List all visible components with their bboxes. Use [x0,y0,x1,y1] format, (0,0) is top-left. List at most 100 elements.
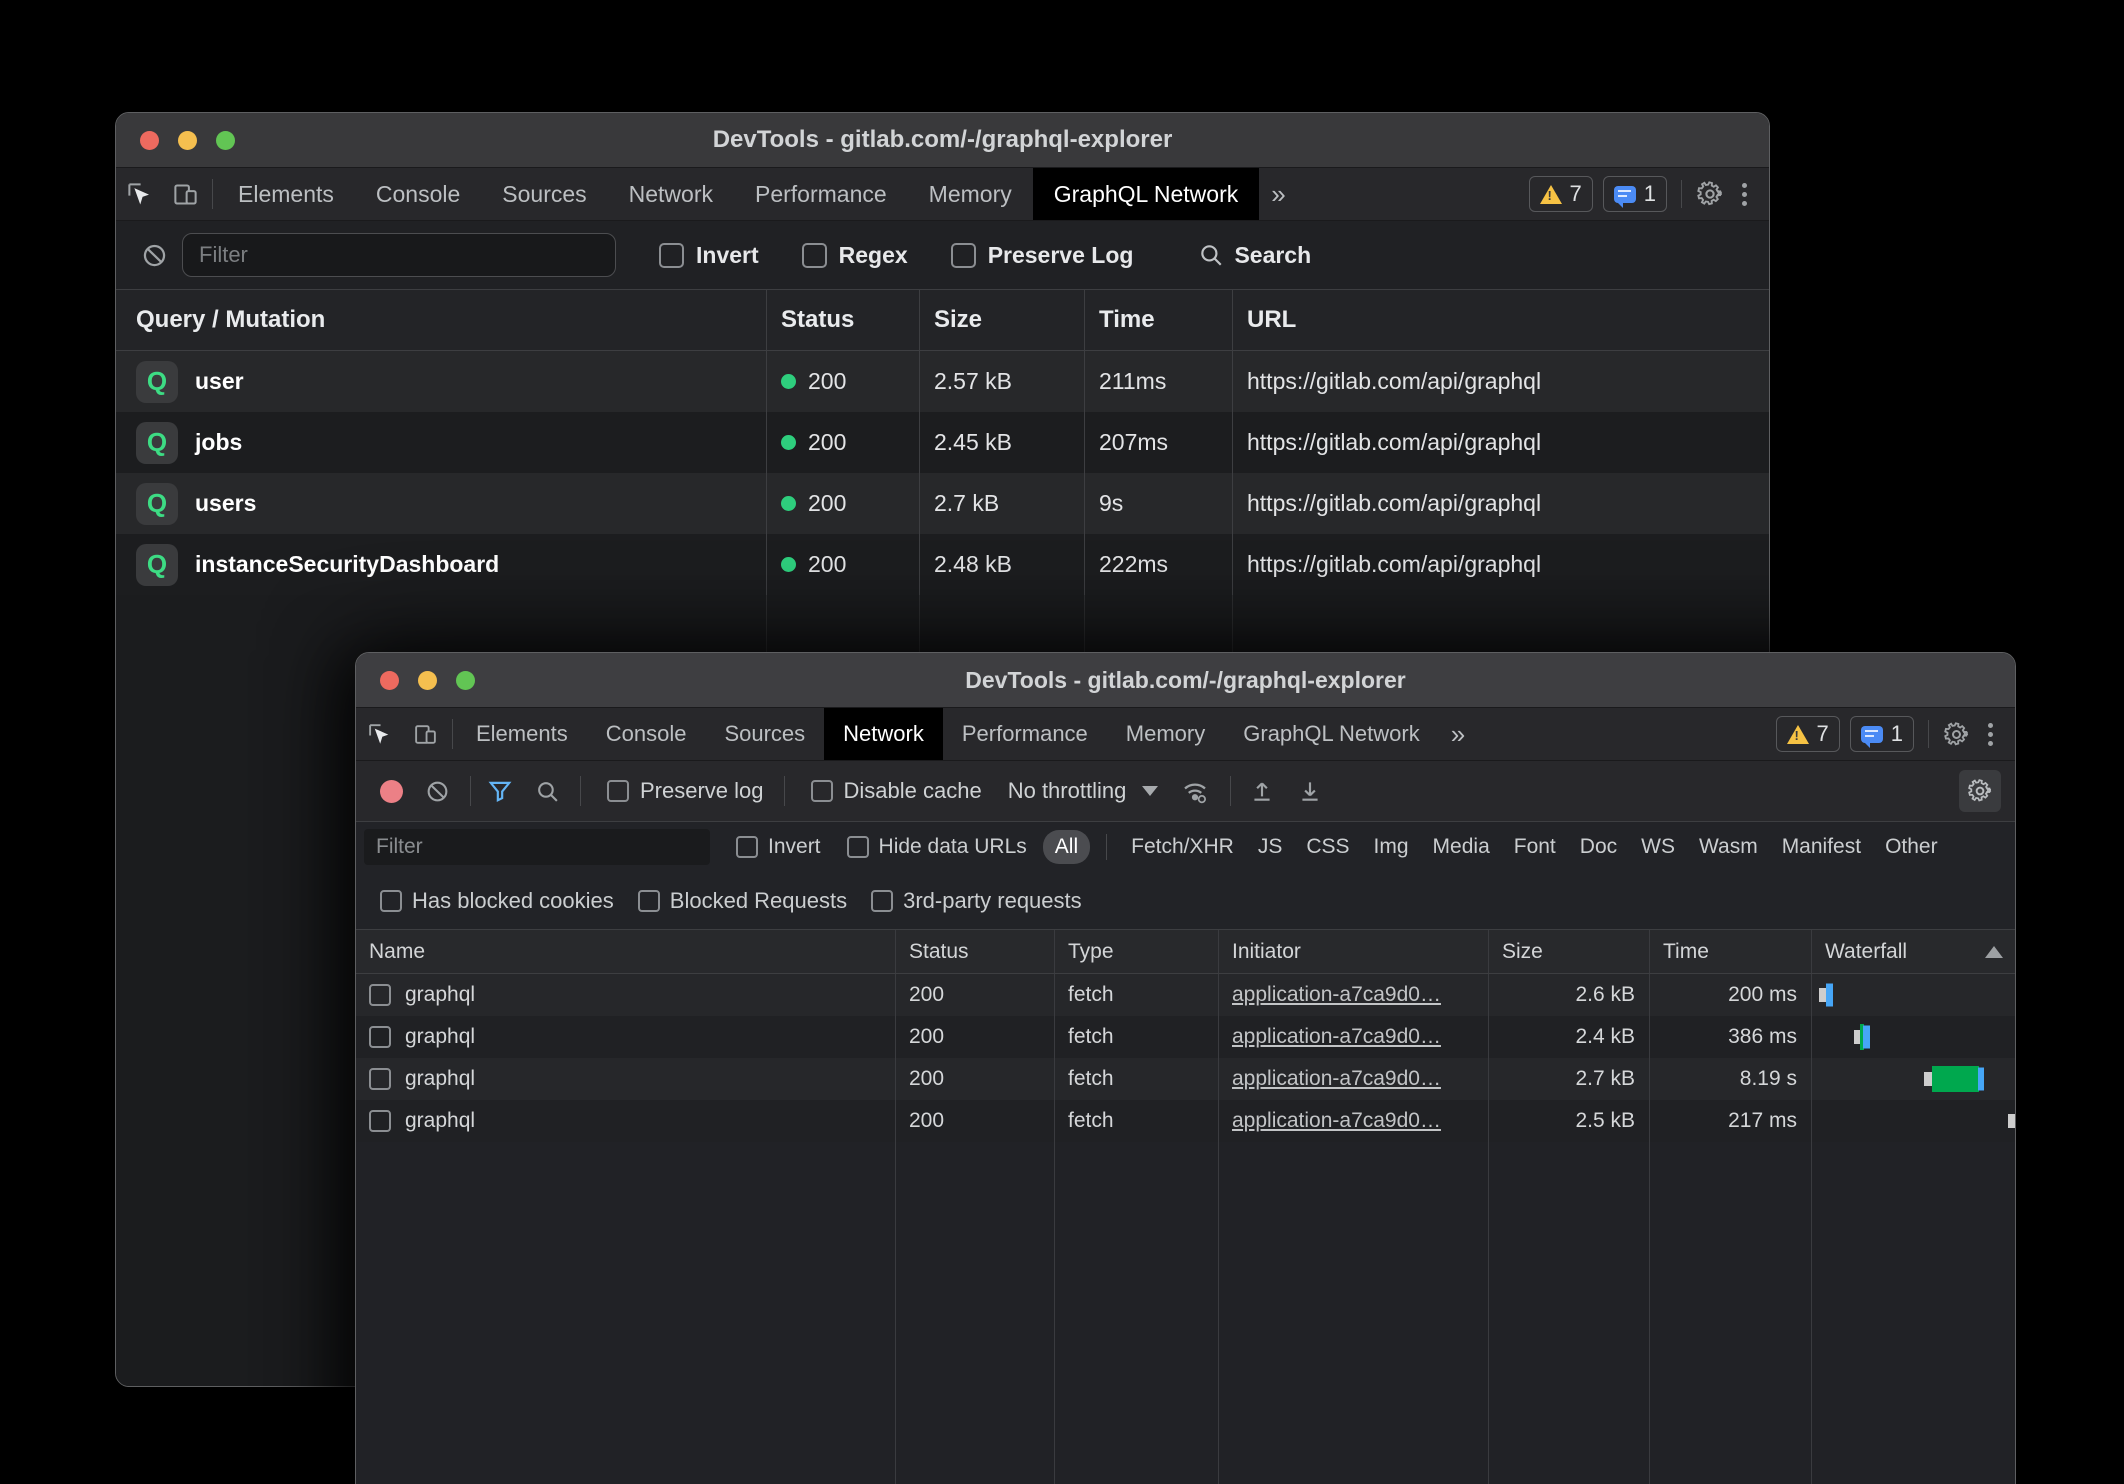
tab-elements[interactable]: Elements [457,708,587,760]
blocked-requests-checkbox[interactable] [638,890,660,912]
type-filter-js[interactable]: JS [1258,835,1283,859]
filter-funnel-icon[interactable] [487,778,513,804]
invert-checkbox[interactable] [659,243,684,268]
table-row[interactable]: Q users 200 2.7 kB 9s https://gitlab.com… [116,473,1769,534]
type-filter-manifest[interactable]: Manifest [1782,835,1861,859]
network-filter-input[interactable] [364,829,710,865]
zoom-button[interactable] [216,131,235,150]
record-network-log-button[interactable] [380,780,403,803]
search-icon[interactable] [535,779,560,804]
type-filter-ws[interactable]: WS [1641,835,1675,859]
clear-block-icon[interactable] [425,779,450,804]
more-options-kebab-icon[interactable] [1734,183,1755,206]
table-row[interactable]: Q user 200 2.57 kB 211ms https://gitlab.… [116,351,1769,412]
initiator-link[interactable]: application-a7ca9d0… [1232,983,1441,1007]
tab-elements[interactable]: Elements [217,168,355,220]
search-group[interactable]: Search [1198,242,1311,269]
device-toolbar-icon[interactable] [402,708,448,760]
network-settings-gear-icon[interactable] [1959,770,2001,812]
tab-sources[interactable]: Sources [705,708,824,760]
warning-count: 7 [1817,721,1829,747]
column-header-status[interactable]: Status [767,290,920,350]
tab-console[interactable]: Console [587,708,706,760]
initiator-cell: application-a7ca9d0… [1219,1100,1489,1142]
table-row[interactable]: Q instanceSecurityDashboard 200 2.48 kB … [116,534,1769,595]
type-filter-img[interactable]: Img [1374,835,1409,859]
type-filter-wasm[interactable]: Wasm [1699,835,1758,859]
request-row[interactable]: graphql 200 fetch application-a7ca9d0… 2… [356,1058,2015,1100]
inspect-cursor-icon[interactable] [356,708,402,760]
more-options-kebab-icon[interactable] [1980,723,2001,746]
minimize-button[interactable] [178,131,197,150]
row-checkbox[interactable] [369,1026,391,1048]
table-row[interactable]: Q jobs 200 2.45 kB 207ms https://gitlab.… [116,412,1769,473]
column-header-size[interactable]: Size [1489,930,1650,973]
request-row[interactable]: graphql 200 fetch application-a7ca9d0… 2… [356,1100,2015,1142]
more-tabs-button[interactable]: » [1439,708,1477,760]
minimize-button[interactable] [418,671,437,690]
type-filter-doc[interactable]: Doc [1580,835,1617,859]
type-filter-all[interactable]: All [1043,830,1090,864]
type-filter-other[interactable]: Other [1885,835,1938,859]
issues-badge[interactable]: 1 [1603,176,1667,212]
type-filter-fetch-xhr[interactable]: Fetch/XHR [1131,835,1234,859]
initiator-link[interactable]: application-a7ca9d0… [1232,1025,1441,1049]
row-checkbox[interactable] [369,1110,391,1132]
request-row[interactable]: graphql 200 fetch application-a7ca9d0… 2… [356,974,2015,1016]
row-checkbox[interactable] [369,1068,391,1090]
settings-gear-icon[interactable] [1943,721,1970,748]
column-header-time[interactable]: Time [1085,290,1233,350]
tab-network[interactable]: Network [824,708,943,760]
tab-graphql-network[interactable]: GraphQL Network [1033,168,1260,220]
throttling-dropdown[interactable]: No throttling [1008,778,1159,804]
hide-data-urls-checkbox[interactable] [847,836,869,858]
close-button[interactable] [380,671,399,690]
column-header-size[interactable]: Size [920,290,1085,350]
has-blocked-cookies-checkbox[interactable] [380,890,402,912]
disable-cache-checkbox[interactable] [811,780,833,802]
device-toolbar-icon[interactable] [162,168,208,220]
preserve-log-checkbox[interactable] [951,243,976,268]
inspect-cursor-icon[interactable] [116,168,162,220]
tab-performance[interactable]: Performance [943,708,1107,760]
tab-sources[interactable]: Sources [481,168,607,220]
tab-memory[interactable]: Memory [1107,708,1224,760]
network-conditions-icon[interactable] [1180,776,1210,806]
zoom-button[interactable] [456,671,475,690]
issues-badge[interactable]: 1 [1850,716,1914,752]
initiator-link[interactable]: application-a7ca9d0… [1232,1067,1441,1091]
warnings-badge[interactable]: 7 [1776,716,1840,752]
column-header-initiator[interactable]: Initiator [1219,930,1489,973]
import-har-icon[interactable] [1249,778,1275,804]
column-header-type[interactable]: Type [1055,930,1219,973]
tab-memory[interactable]: Memory [908,168,1033,220]
time-cell: 222ms [1085,534,1233,595]
regex-checkbox[interactable] [802,243,827,268]
settings-gear-icon[interactable] [1696,180,1724,208]
preserve-log-checkbox[interactable] [607,780,629,802]
graphql-filter-input[interactable] [182,233,616,277]
type-filter-css[interactable]: CSS [1306,835,1349,859]
tab-console[interactable]: Console [355,168,481,220]
initiator-link[interactable]: application-a7ca9d0… [1232,1109,1441,1133]
third-party-requests-checkbox[interactable] [871,890,893,912]
column-header-time[interactable]: Time [1650,930,1812,973]
invert-checkbox[interactable] [736,836,758,858]
warnings-badge[interactable]: 7 [1529,176,1593,212]
tab-graphql-network[interactable]: GraphQL Network [1224,708,1438,760]
type-filter-font[interactable]: Font [1514,835,1556,859]
more-tabs-button[interactable]: » [1259,168,1297,220]
type-filter-media[interactable]: Media [1433,835,1490,859]
column-header-waterfall[interactable]: Waterfall [1812,930,2015,973]
tab-network[interactable]: Network [608,168,734,220]
column-header-query-mutation[interactable]: Query / Mutation [116,290,767,350]
clear-block-icon[interactable] [141,242,168,269]
tab-performance[interactable]: Performance [734,168,908,220]
close-button[interactable] [140,131,159,150]
column-header-status[interactable]: Status [896,930,1055,973]
column-header-url[interactable]: URL [1233,290,1769,350]
column-header-name[interactable]: Name [356,930,896,973]
row-checkbox[interactable] [369,984,391,1006]
request-row[interactable]: graphql 200 fetch application-a7ca9d0… 2… [356,1016,2015,1058]
export-har-icon[interactable] [1297,778,1323,804]
